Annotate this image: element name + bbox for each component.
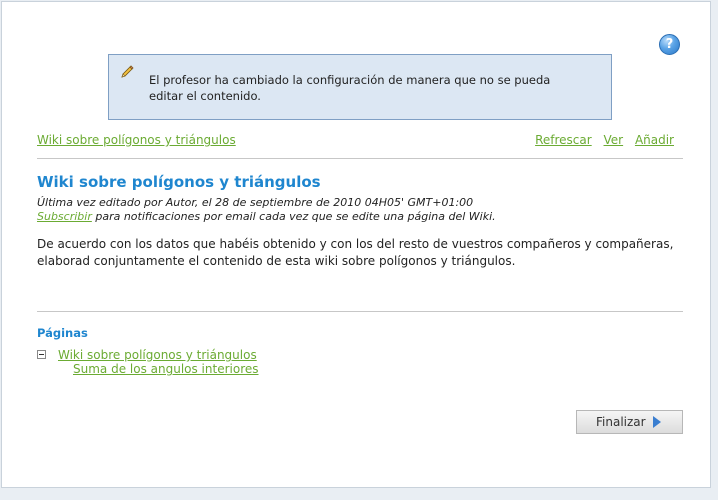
pages-heading: Páginas <box>37 326 88 340</box>
notice-box: El profesor ha cambiado la configuración… <box>108 54 612 120</box>
page-body: De acuerdo con los datos que habéis obte… <box>37 237 674 268</box>
last-edited-text: Última vez editado por Autor, el 28 de s… <box>37 196 474 209</box>
divider-top <box>37 158 683 159</box>
help-icon[interactable]: ? <box>659 34 680 55</box>
subscribe-text: para notificaciones por email cada vez q… <box>91 210 496 223</box>
subscribe-link[interactable]: Subscribir <box>37 210 92 223</box>
subscribe-line: Subscribir para notificaciones por email… <box>37 210 496 224</box>
content-frame: ? El profesor ha cambiado la configuraci… <box>1 1 711 488</box>
collapse-toggle-icon[interactable] <box>37 350 46 359</box>
pencil-icon <box>121 65 134 78</box>
page-title: Wiki sobre polígonos y triángulos <box>37 173 321 191</box>
divider-bottom <box>37 311 683 312</box>
notice-message: El profesor ha cambiado la configuración… <box>149 72 569 104</box>
page-link-wiki[interactable]: Wiki sobre polígonos y triángulos <box>58 348 257 362</box>
notice-line-1: El profesor ha cambiado la configuración… <box>149 73 551 87</box>
notice-line-2: editar el contenido. <box>149 89 261 103</box>
view-link[interactable]: Ver <box>604 133 624 147</box>
add-link[interactable]: Añadir <box>635 133 674 147</box>
finish-button-label: Finalizar <box>596 415 646 429</box>
page-meta: Última vez editado por Autor, el 28 de s… <box>37 196 496 224</box>
finish-button[interactable]: Finalizar <box>576 410 683 434</box>
refresh-link[interactable]: Refrescar <box>535 133 592 147</box>
wiki-actions: Refrescar Ver Añadir <box>527 133 674 147</box>
play-arrow-icon <box>653 416 661 428</box>
breadcrumb-wiki-link[interactable]: Wiki sobre polígonos y triángulos <box>37 133 236 147</box>
page-link-suma[interactable]: Suma de los angulos interiores <box>73 362 259 376</box>
